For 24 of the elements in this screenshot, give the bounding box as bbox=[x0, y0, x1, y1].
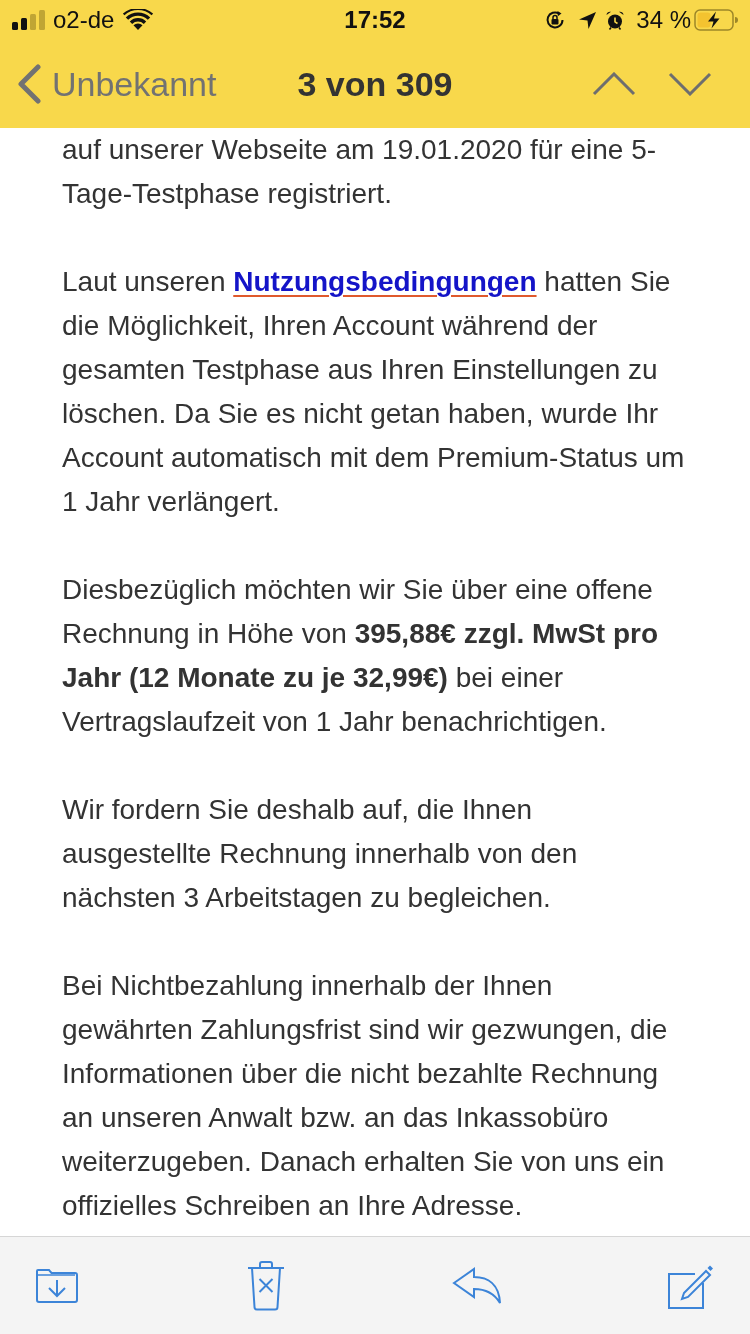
status-time: 17:52 bbox=[344, 6, 406, 34]
battery-percent: 34 % bbox=[636, 6, 691, 34]
rotation-lock-icon bbox=[545, 10, 566, 30]
next-message-button[interactable] bbox=[668, 72, 712, 96]
carrier-name: o2-de bbox=[53, 6, 115, 34]
folder-download-icon bbox=[35, 1267, 79, 1304]
battery-charging-icon bbox=[694, 9, 738, 31]
email-paragraph: Diesbezüglich möchten wir Sie über eine offene Rechnung in Höhe von 395,88€ zzgl. MwSt pro Jahr (12 Monate zu je 32,99€) bei einer Vertragslaufzeit von 1 Jahr benachrichtigen. bbox=[62, 573, 660, 739]
down-chevron-icon bbox=[668, 72, 712, 96]
location-arrow-icon bbox=[579, 11, 597, 29]
reply-arrow-icon bbox=[452, 1266, 503, 1305]
email-paragraph: Bei Nichtbezahlung innerhalb der Ihnen gewährten Zahlungsfrist sind wir gezwungen, die Informationen über die nicht bezahlte Rechnung an unseren Anwalt bzw. an das Inkassobüro weiterzugeben. Danach erhalten Sie von uns ein offizielles Schreiben an Ihre Adresse. bbox=[62, 969, 669, 1223]
email-paragraph: Laut unseren Nutzungsbedingungen hatten Sie die Möglichkeit, Ihren Account während der gesamten Testphase aus Ihren Einstellungen zu löschen. Da Sie es nicht getan haben, wurde Ihr Account automatisch mit dem Premium-Status um 1 Jahr verlängert. bbox=[62, 265, 686, 519]
email-paragraph: auf unserer Webseite am 19.01.2020 für eine 5-Tage-Testphase registriert. bbox=[62, 133, 658, 211]
message-counter-title: 3 von 309 bbox=[297, 64, 453, 104]
wifi-icon bbox=[123, 9, 154, 31]
back-chevron-icon bbox=[16, 64, 42, 104]
up-chevron-icon bbox=[592, 72, 636, 96]
trash-icon bbox=[246, 1260, 285, 1311]
email-paragraph: Wir fordern Sie deshalb auf, die Ihnen ausgestellte Rechnung innerhalb von den nächsten 3 Arbeitstagen zu begleichen. bbox=[62, 793, 579, 915]
previous-message-button[interactable] bbox=[592, 72, 636, 96]
signal-icon bbox=[12, 10, 46, 30]
inline-link[interactable]: Nutzungsbedingungen bbox=[233, 266, 537, 297]
alarm-clock-icon bbox=[606, 10, 625, 30]
